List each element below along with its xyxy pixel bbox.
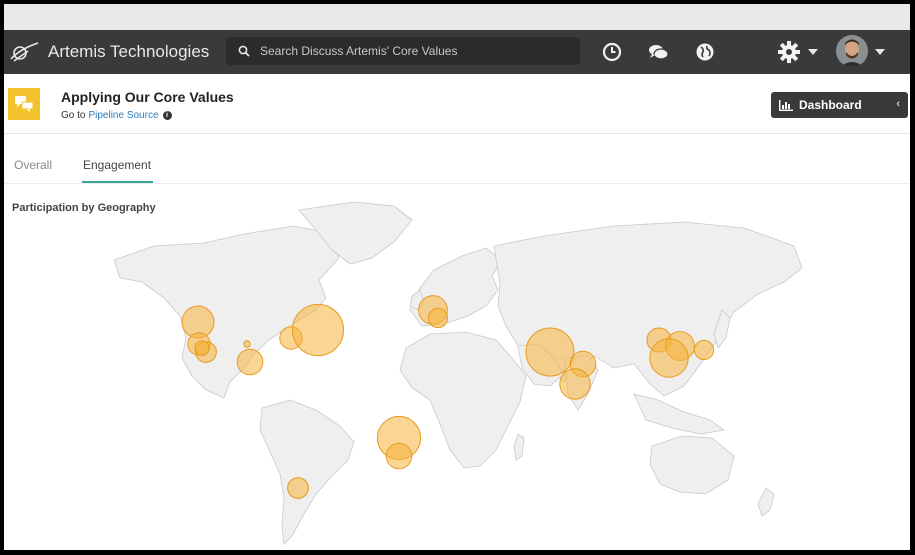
browser-strip (4, 4, 910, 30)
gear-icon[interactable] (777, 40, 801, 64)
settings-caret-icon[interactable] (808, 49, 818, 55)
bubble-houston[interactable] (236, 348, 264, 376)
land-new-zealand (757, 487, 775, 517)
search-placeholder: Search Discuss Artemis' Core Values (260, 44, 458, 58)
brand-name: Artemis Technologies (48, 42, 210, 61)
bubble-buenos-aires[interactable] (287, 477, 309, 499)
bubble-tokyo[interactable] (693, 339, 715, 361)
land-south-america (259, 399, 355, 545)
user-menu-caret-icon[interactable] (875, 49, 885, 55)
bubble-denver[interactable] (243, 340, 251, 348)
page-title: Applying Our Core Values (61, 89, 234, 105)
page-header: Applying Our Core Values Go to Pipeline … (4, 74, 910, 134)
goto-prefix: Go to (61, 110, 86, 121)
bubble-boston[interactable] (291, 303, 345, 357)
world-map (113, 201, 803, 545)
chat-icon[interactable] (647, 41, 669, 63)
top-navbar: Artemis Technologies Search Discuss Arte… (4, 30, 910, 74)
dashboard-label: Dashboard (799, 98, 862, 112)
chevron-left-icon: ‹ (896, 98, 900, 110)
pipeline-source-link[interactable]: Pipeline Source (88, 110, 158, 121)
bubble-dubai[interactable] (525, 327, 575, 377)
search-input[interactable]: Search Discuss Artemis' Core Values (226, 37, 580, 65)
land-madagascar (513, 433, 525, 461)
discussion-icon (8, 88, 40, 120)
app-frame: Artemis Technologies Search Discuss Arte… (4, 4, 910, 550)
bubble-south-atlantic-2[interactable] (385, 442, 413, 470)
active-tab-indicator (82, 181, 153, 183)
land-australia (649, 435, 735, 495)
search-icon (238, 45, 250, 57)
globe-icon[interactable] (694, 41, 716, 63)
history-icon[interactable] (601, 41, 623, 63)
user-avatar[interactable] (836, 35, 868, 67)
bubble-paris[interactable] (427, 307, 449, 329)
bubble-san-diego[interactable] (194, 340, 210, 356)
bubble-hong-kong[interactable] (649, 338, 689, 378)
land-southeast-asia (633, 393, 726, 435)
goto-line: Go to Pipeline Source i (61, 110, 172, 121)
bubble-mumbai[interactable] (559, 368, 591, 400)
tab-overall[interactable]: Overall (14, 158, 52, 172)
info-icon[interactable]: i (162, 111, 172, 120)
tab-engagement[interactable]: Engagement (83, 158, 151, 172)
dashboard-button[interactable]: Dashboard ‹ (771, 92, 908, 118)
artemis-logo-icon (10, 42, 39, 62)
brand-logo[interactable]: Artemis Technologies (8, 36, 209, 68)
avatar-image (836, 35, 868, 67)
tab-bar: Overall Engagement (4, 134, 910, 184)
bar-chart-icon (779, 99, 793, 111)
